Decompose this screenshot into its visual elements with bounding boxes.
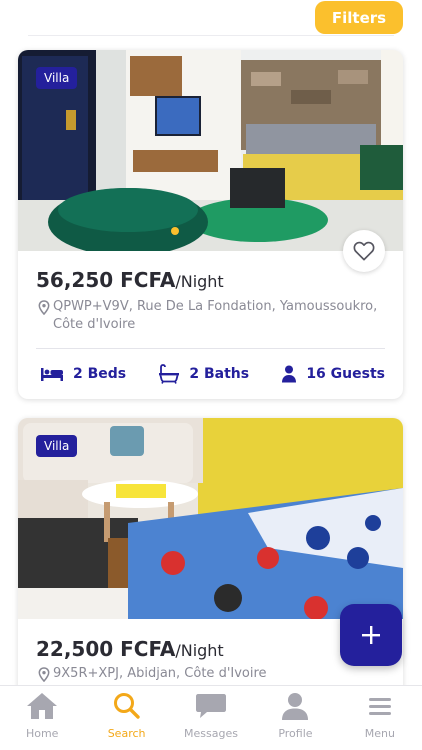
card-divider: [36, 348, 385, 349]
property-type-badge: Villa: [36, 67, 78, 89]
carousel-dot: [171, 227, 179, 235]
price-amount: 22,500 FCFA: [36, 637, 176, 661]
guests-info: 16 Guests: [281, 364, 385, 384]
heart-icon: [353, 241, 375, 261]
baths-label: 2 Baths: [189, 366, 250, 382]
nav-label: Messages: [184, 727, 238, 740]
listing-address: 9X5R+XPJ, Abidjan, Côte d'Ivoire: [38, 665, 395, 683]
address-text: QPWP+V9V, Rue De La Fondation, Yamoussou…: [53, 299, 378, 332]
favorite-button[interactable]: [343, 230, 385, 272]
top-bar: Filters: [0, 0, 422, 36]
bottom-navigation: Home Search Messages Profile Menu: [0, 685, 422, 750]
nav-label: Menu: [364, 727, 395, 740]
chat-icon: [196, 694, 227, 718]
nav-menu[interactable]: Menu: [338, 686, 422, 750]
bathtub-icon: [159, 364, 180, 384]
price-unit: /Night: [175, 641, 224, 660]
beds-label: 2 Beds: [73, 366, 127, 382]
location-pin-icon: [38, 300, 50, 315]
filters-button[interactable]: Filters: [315, 1, 403, 34]
nav-label: Profile: [278, 727, 313, 740]
price-amount: 56,250 FCFA: [36, 268, 176, 292]
nav-label: Home: [25, 727, 59, 740]
address-text: 9X5R+XPJ, Abidjan, Côte d'Ivoire: [53, 666, 267, 681]
location-pin-icon: [38, 667, 50, 682]
beds-info: 2 Beds: [40, 364, 126, 384]
person-icon: [282, 693, 309, 720]
nav-profile[interactable]: Profile: [253, 686, 337, 750]
menu-icon: [368, 698, 391, 715]
amenities-row: 2 Beds 2 Baths 16 Guests: [40, 364, 385, 384]
baths-info: 2 Baths: [158, 364, 249, 384]
listing-price: 56,250 FCFA/Night: [36, 268, 224, 292]
top-bar-divider: [28, 35, 394, 36]
listing-photo[interactable]: Villa: [18, 418, 403, 619]
nav-search[interactable]: Search: [84, 686, 168, 750]
nav-home[interactable]: Home: [0, 686, 84, 750]
nav-messages[interactable]: Messages: [169, 686, 253, 750]
listing-address: QPWP+V9V, Rue De La Fondation, Yamoussou…: [38, 298, 395, 334]
price-unit: /Night: [175, 272, 224, 291]
plus-icon: [362, 626, 380, 644]
home-icon: [27, 693, 58, 719]
person-icon: [282, 365, 297, 383]
property-type-badge: Villa: [36, 435, 78, 457]
listing-price: 22,500 FCFA/Night: [36, 637, 224, 661]
guests-label: 16 Guests: [306, 366, 385, 382]
listing-card[interactable]: Villa 56,250 FCFA/Night QPWP+V9V, Rue De…: [18, 50, 403, 399]
bed-icon: [41, 368, 63, 381]
search-icon: [113, 693, 140, 719]
add-listing-button[interactable]: [340, 604, 402, 666]
nav-label: Search: [107, 727, 146, 740]
listing-photo[interactable]: Villa: [18, 50, 403, 251]
